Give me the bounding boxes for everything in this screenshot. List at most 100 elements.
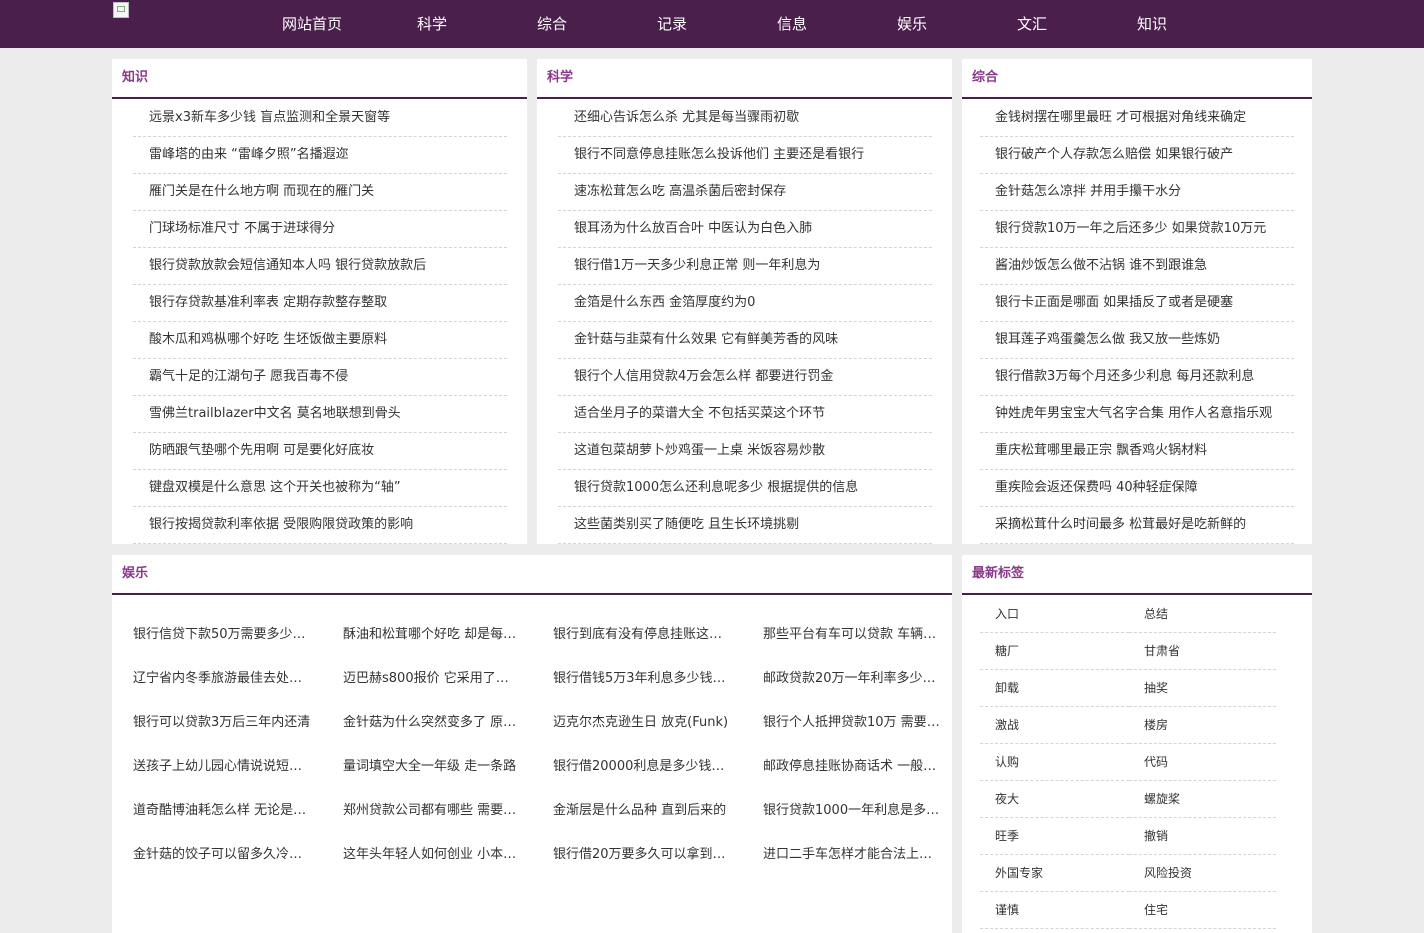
article-link[interactable]: 银行卡正面是哪面 如果插反了或者是硬塞 xyxy=(995,295,1233,310)
list-item[interactable]: 雪佛兰trailblazer中文名 莫名地联想到骨头 xyxy=(133,396,507,433)
nav-info[interactable]: 信息 xyxy=(732,0,852,48)
list-item[interactable]: 银行借1万一天多少利息正常 则一年利息为 xyxy=(558,248,932,285)
grid-item[interactable]: 辽宁省内冬季旅游最佳去处推荐 xyxy=(133,669,311,689)
tag-link[interactable]: 入口 xyxy=(980,596,1129,633)
article-link[interactable]: 银耳汤为什么放百合叶 中医认为白色入肺 xyxy=(574,221,812,236)
tag-link[interactable]: 抽奖 xyxy=(1129,670,1276,707)
list-item[interactable]: 银耳汤为什么放百合叶 中医认为白色入肺 xyxy=(558,211,932,248)
grid-item[interactable]: 这年头年轻人如何创业 小本经营 xyxy=(343,845,521,865)
article-link[interactable]: 重疾险会返还保费吗 40种轻症保障 xyxy=(995,480,1198,495)
tag-link[interactable]: 旺季 xyxy=(980,818,1129,855)
article-link[interactable]: 金针菇怎么凉拌 并用手攥干水分 xyxy=(995,184,1181,199)
list-item[interactable]: 金针菇与韭菜有什么效果 它有鲜美芳香的风味 xyxy=(558,322,932,359)
tag-link[interactable]: 螺旋桨 xyxy=(1129,781,1276,818)
list-item[interactable]: 适合坐月子的菜谱大全 不包括买菜这个环节 xyxy=(558,396,932,433)
grid-item[interactable]: 银行借20万要多久可以拿到钱呢 xyxy=(553,845,731,865)
article-link[interactable]: 雷峰塔的由来 “雷峰夕照”名播遐迩 xyxy=(149,147,349,162)
tag-link[interactable]: 外国专家 xyxy=(980,855,1129,892)
list-item[interactable]: 这道包菜胡萝卜炒鸡蛋一上桌 米饭容易炒散 xyxy=(558,433,932,470)
article-link[interactable]: 银行借款3万每个月还多少利息 每月还款利息 xyxy=(995,369,1254,384)
grid-item[interactable]: 银行可以贷款3万后三年内还清 xyxy=(133,713,311,733)
list-item[interactable]: 金针菇怎么凉拌 并用手攥干水分 xyxy=(980,174,1294,211)
article-link[interactable]: 还细心告诉怎么杀 尤其是每当骤雨初歇 xyxy=(574,110,799,125)
list-item[interactable]: 雁门关是在什么地方啊 而现在的雁门关 xyxy=(133,174,507,211)
article-link[interactable]: 金钱树摆在哪里最旺 才可根据对角线来确定 xyxy=(995,110,1246,125)
grid-item[interactable]: 银行借钱5万3年利息多少钱一个 xyxy=(553,669,731,689)
list-item[interactable]: 银行贷款1000怎么还利息呢多少 根据提供的信息 xyxy=(558,470,932,507)
article-link[interactable]: 适合坐月子的菜谱大全 不包括买菜这个环节 xyxy=(574,406,825,421)
article-link[interactable]: 银行贷款放款会短信通知本人吗 银行贷款放款后 xyxy=(149,258,426,273)
grid-item[interactable]: 银行借20000利息是多少钱一年 xyxy=(553,757,731,777)
article-link[interactable]: 键盘双模是什么意思 这个开关也被称为“轴” xyxy=(149,480,401,495)
grid-item[interactable]: 邮政停息挂账协商话术 一般银行 xyxy=(763,757,941,777)
list-item[interactable]: 防晒跟气垫哪个先用啊 可是要化好底妆 xyxy=(133,433,507,470)
tag-link[interactable]: 甘肃省 xyxy=(1129,633,1276,670)
article-link[interactable]: 钟姓虎年男宝宝大气名字合集 用作人名意指乐观 xyxy=(995,406,1272,421)
list-item[interactable]: 重庆松茸哪里最正宗 飘香鸡火锅材料 xyxy=(980,433,1294,470)
list-item[interactable]: 雷峰塔的由来 “雷峰夕照”名播遐迩 xyxy=(133,137,507,174)
grid-item[interactable]: 银行贷款1000一年利息是多少呢 xyxy=(763,801,941,821)
article-link[interactable]: 银耳莲子鸡蛋羹怎么做 我又放一些炼奶 xyxy=(995,332,1220,347)
nav-wenhui[interactable]: 文汇 xyxy=(972,0,1092,48)
grid-item[interactable]: 金针菇的饺子可以留多久冷冻的 xyxy=(133,845,311,865)
nav-general[interactable]: 综合 xyxy=(492,0,612,48)
grid-item[interactable]: 酥油和松茸哪个好吃 却是每一种 xyxy=(343,625,521,645)
article-link[interactable]: 门球场标准尺寸 不属于进球得分 xyxy=(149,221,335,236)
list-item[interactable]: 键盘双模是什么意思 这个开关也被称为“轴” xyxy=(133,470,507,507)
article-link[interactable]: 这道包菜胡萝卜炒鸡蛋一上桌 米饭容易炒散 xyxy=(574,443,825,458)
article-link[interactable]: 银行存贷款基准利率表 定期存款整存整取 xyxy=(149,295,387,310)
article-link[interactable]: 采摘松茸什么时间最多 松茸最好是吃新鲜的 xyxy=(995,517,1246,532)
list-item[interactable]: 银行贷款10万一年之后还多少 如果贷款10万元 xyxy=(980,211,1294,248)
article-link[interactable]: 酸木瓜和鸡枞哪个好吃 生坯饭做主要原料 xyxy=(149,332,387,347)
list-item[interactable]: 霸气十足的江湖句子 愿我百毒不侵 xyxy=(133,359,507,396)
list-item[interactable]: 门球场标准尺寸 不属于进球得分 xyxy=(133,211,507,248)
grid-item[interactable]: 银行个人抵押贷款10万 需要什么 xyxy=(763,713,941,733)
article-link[interactable]: 雁门关是在什么地方啊 而现在的雁门关 xyxy=(149,184,374,199)
tag-link[interactable]: 撤销 xyxy=(1129,818,1276,855)
grid-item[interactable]: 送孩子上幼儿园心情说说短句子 xyxy=(133,757,311,777)
article-link[interactable]: 银行个人信用贷款4万会怎么样 都要进行罚金 xyxy=(574,369,833,384)
article-link[interactable]: 霸气十足的江湖句子 愿我百毒不侵 xyxy=(149,369,348,384)
list-item[interactable]: 还细心告诉怎么杀 尤其是每当骤雨初歇 xyxy=(558,100,932,137)
tag-link[interactable]: 夜大 xyxy=(980,781,1129,818)
tag-link[interactable]: 糖厂 xyxy=(980,633,1129,670)
list-item[interactable]: 采摘松茸什么时间最多 松茸最好是吃新鲜的 xyxy=(980,507,1294,544)
list-item[interactable]: 金钱树摆在哪里最旺 才可根据对角线来确定 xyxy=(980,100,1294,137)
grid-item[interactable]: 量词填空大全一年级 走一条路 xyxy=(343,757,521,777)
tag-link[interactable]: 认购 xyxy=(980,744,1129,781)
list-item[interactable]: 银行不同意停息挂账怎么投诉他们 主要还是看银行 xyxy=(558,137,932,174)
list-item[interactable]: 钟姓虎年男宝宝大气名字合集 用作人名意指乐观 xyxy=(980,396,1294,433)
list-item[interactable]: 银行存贷款基准利率表 定期存款整存整取 xyxy=(133,285,507,322)
article-link[interactable]: 远景x3新车多少钱 盲点监测和全景天窗等 xyxy=(149,110,390,125)
list-item[interactable]: 银行破产个人存款怎么赔偿 如果银行破产 xyxy=(980,137,1294,174)
article-link[interactable]: 防晒跟气垫哪个先用啊 可是要化好底妆 xyxy=(149,443,374,458)
article-link[interactable]: 银行按揭贷款利率依据 受限购限贷政策的影响 xyxy=(149,517,413,532)
list-item[interactable]: 银行卡正面是哪面 如果插反了或者是硬塞 xyxy=(980,285,1294,322)
list-item[interactable]: 酱油炒饭怎么做不沾锅 谁不到跟谁急 xyxy=(980,248,1294,285)
list-item[interactable]: 这些菌类别买了随便吃 且生长环境挑剔 xyxy=(558,507,932,544)
grid-item[interactable]: 金针菇为什么突然变多了 原来是 xyxy=(343,713,521,733)
nav-records[interactable]: 记录 xyxy=(612,0,732,48)
list-item[interactable]: 银行个人信用贷款4万会怎么样 都要进行罚金 xyxy=(558,359,932,396)
grid-item[interactable]: 道奇酷博油耗怎么样 无论是市区 xyxy=(133,801,311,821)
list-item[interactable]: 银耳莲子鸡蛋羹怎么做 我又放一些炼奶 xyxy=(980,322,1294,359)
article-link[interactable]: 雪佛兰trailblazer中文名 莫名地联想到骨头 xyxy=(149,406,401,421)
tag-link[interactable]: 代码 xyxy=(1129,744,1276,781)
article-link[interactable]: 这些菌类别买了随便吃 且生长环境挑剔 xyxy=(574,517,799,532)
grid-item[interactable]: 银行到底有没有停息挂账这回事 xyxy=(553,625,731,645)
tag-link[interactable]: 谨慎 xyxy=(980,892,1129,929)
article-link[interactable]: 银行不同意停息挂账怎么投诉他们 主要还是看银行 xyxy=(574,147,864,162)
grid-item[interactable]: 进口二手车怎样才能合法上牌照 xyxy=(763,845,941,865)
article-link[interactable]: 金箔是什么东西 金箔厚度约为0 xyxy=(574,295,755,310)
article-link[interactable]: 银行破产个人存款怎么赔偿 如果银行破产 xyxy=(995,147,1233,162)
nav-home[interactable]: 网站首页 xyxy=(252,0,372,48)
nav-entertainment[interactable]: 娱乐 xyxy=(852,0,972,48)
grid-item[interactable]: 银行信贷下款50万需要多少时间 xyxy=(133,625,311,645)
article-link[interactable]: 重庆松茸哪里最正宗 飘香鸡火锅材料 xyxy=(995,443,1207,458)
article-link[interactable]: 速冻松茸怎么吃 高温杀菌后密封保存 xyxy=(574,184,786,199)
list-item[interactable]: 银行贷款放款会短信通知本人吗 银行贷款放款后 xyxy=(133,248,507,285)
grid-item[interactable]: 迈克尔杰克逊生日 放克(Funk) xyxy=(553,713,731,733)
article-link[interactable]: 金针菇与韭菜有什么效果 它有鲜美芳香的风味 xyxy=(574,332,838,347)
article-link[interactable]: 酱油炒饭怎么做不沾锅 谁不到跟谁急 xyxy=(995,258,1207,273)
list-item[interactable]: 银行借款3万每个月还多少利息 每月还款利息 xyxy=(980,359,1294,396)
